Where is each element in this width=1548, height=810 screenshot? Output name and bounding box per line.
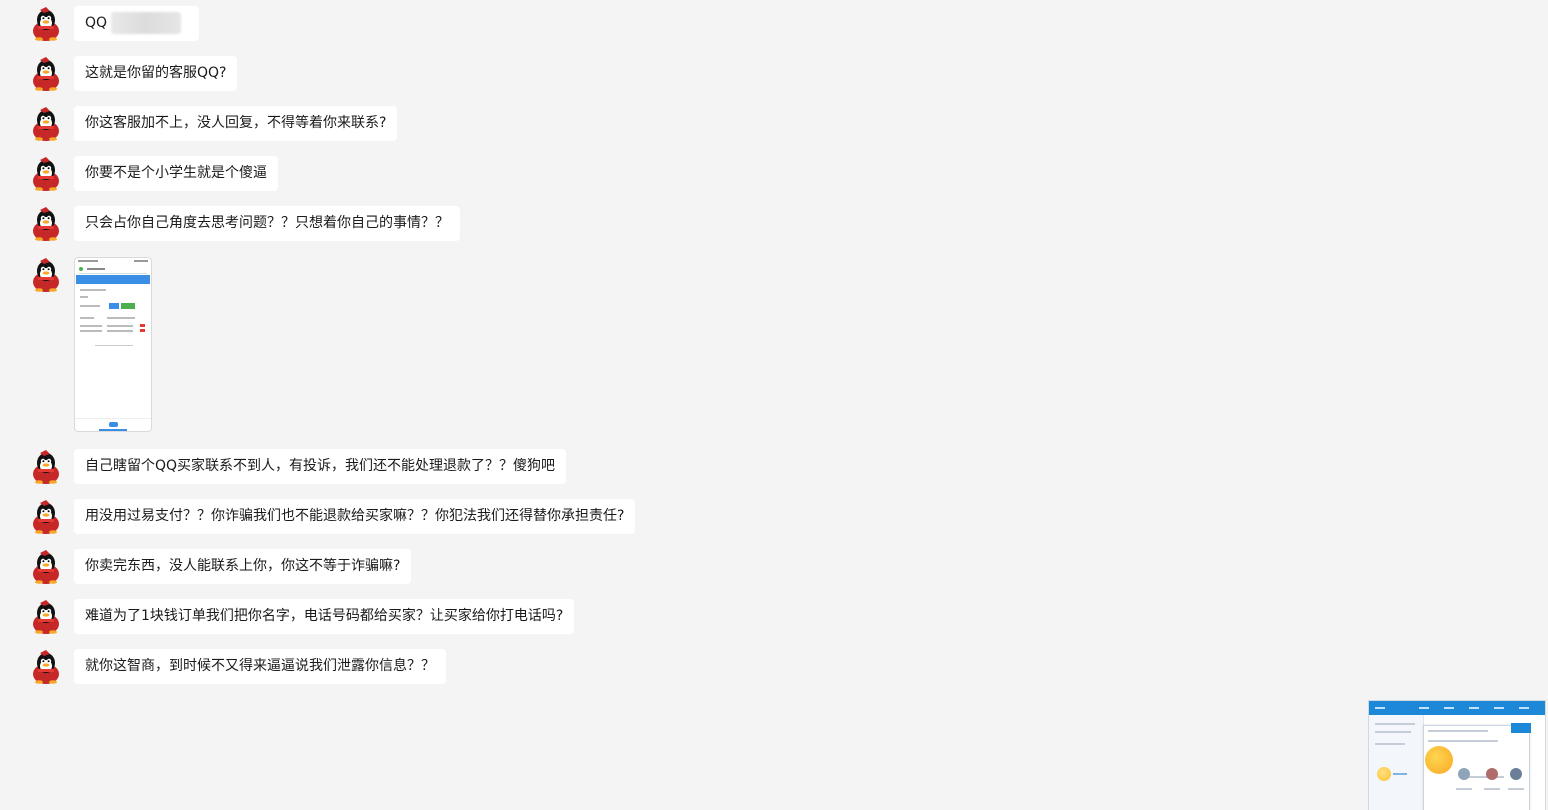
message-row: QQ: [28, 6, 200, 42]
message-row: 你要不是个小学生就是个傻逼: [28, 156, 278, 192]
phone-tag: [140, 329, 145, 332]
screenshot-preview-thumbnail[interactable]: [1368, 700, 1546, 810]
message-row: 自己瞎留个QQ买家联系不到人，有投诉，我们还不能处理退款了？？傻狗吧: [28, 449, 567, 485]
qq-penguin-icon[interactable]: [28, 599, 64, 635]
phone-text-line: [80, 325, 102, 327]
preview-top-bar: [1369, 701, 1545, 715]
message-row: 你卖完东西，没人能联系上你，你这不等于诈骗嘛?: [28, 549, 412, 585]
message-bubble[interactable]: QQ: [74, 6, 200, 41]
message-bubble[interactable]: 就你这智商，到时候不又得来逼逼说我们泄露你信息？？: [74, 649, 446, 684]
phone-text-line: [80, 296, 88, 298]
qq-penguin-icon[interactable]: [28, 549, 64, 585]
phone-text-line: [80, 317, 94, 319]
phone-text-line: [95, 345, 133, 346]
phone-text-line: [107, 325, 133, 327]
message-bubble[interactable]: 你卖完东西，没人能联系上你，你这不等于诈骗嘛?: [74, 549, 412, 584]
message-bubble[interactable]: 这就是你留的客服QQ?: [74, 56, 238, 91]
message-bubble[interactable]: 只会占你自己角度去思考问题？？只想着你自己的事情？？: [74, 206, 460, 241]
qq-penguin-icon[interactable]: [28, 499, 64, 535]
message-bubble[interactable]: 你要不是个小学生就是个傻逼: [74, 156, 278, 191]
phone-bottom-nav: [75, 418, 151, 431]
preview-avatar: [1377, 767, 1391, 781]
message-row: 用没用过易支付？？你诈骗我们也不能退款给买家嘛？？你犯法我们还得替你承担责任?: [28, 499, 636, 535]
image-message-thumbnail[interactable]: [74, 257, 152, 432]
phone-button: [121, 303, 135, 309]
message-bubble[interactable]: 用没用过易支付？？你诈骗我们也不能退款给买家嘛？？你犯法我们还得替你承担责任?: [74, 499, 636, 534]
qq-penguin-icon[interactable]: [28, 257, 64, 293]
message-bubble[interactable]: 你这客服加不上，没人回复，不得等着你来联系?: [74, 106, 398, 141]
phone-text-line: [80, 289, 106, 291]
preview-action-button: [1511, 723, 1531, 733]
message-row: 你这客服加不上，没人回复，不得等着你来联系?: [28, 106, 398, 142]
message-row: 就你这智商，到时候不又得来逼逼说我们泄露你信息？？: [28, 649, 446, 685]
phone-address-bar: [79, 267, 147, 274]
message-row: 只会占你自己角度去思考问题？？只想着你自己的事情？？: [28, 206, 460, 242]
phone-text-line: [107, 317, 135, 319]
message-bubble[interactable]: 自己瞎留个QQ买家联系不到人，有投诉，我们还不能处理退款了？？傻狗吧: [74, 449, 567, 484]
phone-text-line: [107, 330, 133, 332]
redacted-number: [111, 12, 182, 34]
message-row: 这就是你留的客服QQ?: [28, 56, 238, 92]
phone-text-line: [80, 305, 100, 307]
qq-penguin-icon[interactable]: [28, 206, 64, 242]
message-text: QQ: [85, 15, 108, 31]
preview-sidebar: [1369, 715, 1424, 810]
phone-button: [109, 303, 119, 309]
message-row: 难道为了1块钱订单我们把你名字，电话号码都给买家？让买家给你打电话吗?: [28, 599, 575, 635]
phone-tag: [140, 324, 145, 327]
phone-text-line: [80, 330, 102, 332]
qq-penguin-icon[interactable]: [28, 56, 64, 92]
qq-penguin-icon[interactable]: [28, 106, 64, 142]
message-row: [28, 257, 152, 432]
chat-message-list[interactable]: QQ 这就是你留的客服QQ? 你这客服加不上，没人回复，不得等着你来联系? 你要…: [0, 0, 1548, 809]
qq-penguin-icon[interactable]: [28, 649, 64, 685]
qq-penguin-icon[interactable]: [28, 156, 64, 192]
preview-profile-photo: [1425, 746, 1453, 774]
phone-status-bar: [78, 260, 148, 264]
phone-page-header: [76, 275, 150, 284]
qq-penguin-icon[interactable]: [28, 6, 64, 42]
message-bubble[interactable]: 难道为了1块钱订单我们把你名字，电话号码都给买家？让买家给你打电话吗?: [74, 599, 575, 634]
qq-penguin-icon[interactable]: [28, 449, 64, 485]
